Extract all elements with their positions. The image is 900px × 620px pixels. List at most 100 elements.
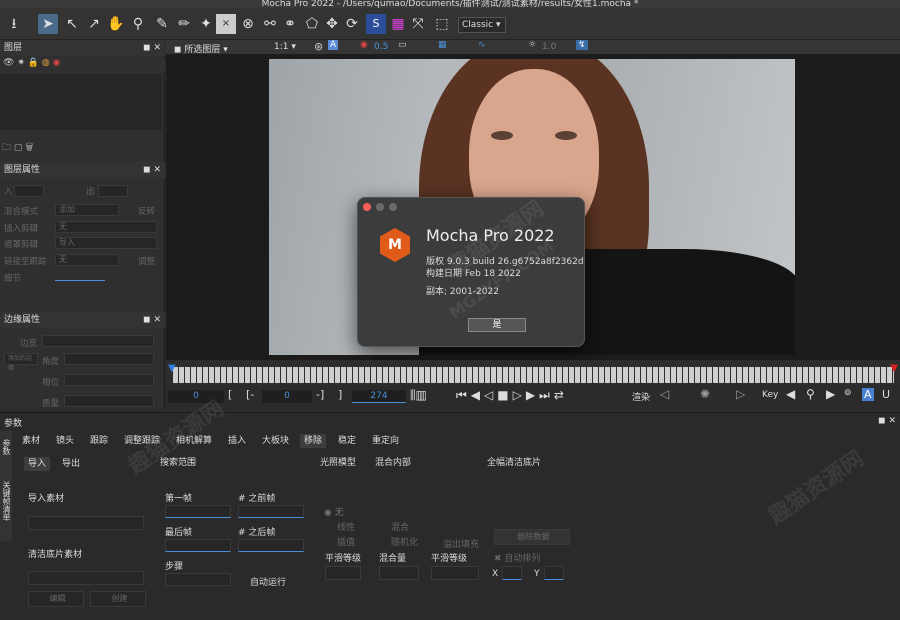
clean-plate-select[interactable] — [28, 571, 144, 585]
light-linear-label[interactable]: 线性 — [337, 520, 355, 533]
tab-reorient[interactable]: 重定向 — [368, 434, 403, 448]
insert-clip-select[interactable]: 无 — [55, 221, 157, 233]
x-field[interactable] — [502, 566, 522, 580]
tab-lens[interactable]: 镜头 — [52, 434, 78, 448]
gear-icon[interactable]: ✷ — [17, 58, 25, 68]
overflow-fill-label[interactable]: 溢出填充 — [443, 537, 479, 550]
auto-key-icon[interactable]: A — [862, 388, 874, 401]
side-tab-params[interactable]: 参数 — [1, 439, 12, 455]
panel-close-icon[interactable]: ◼ ✕ — [143, 312, 161, 328]
current-frame-field[interactable]: 0 — [262, 390, 312, 403]
keyframe-bar-icon[interactable]: ⫼▥ — [410, 388, 427, 403]
blend-random-label[interactable]: 随机化 — [391, 535, 418, 548]
dashed-rect-icon[interactable]: ⬚ — [432, 14, 452, 34]
panel-close-icon[interactable]: ◼ ✕ — [143, 40, 161, 56]
add-edge-button[interactable]: 添加的边缘 — [4, 353, 38, 372]
mass-field[interactable] — [64, 395, 154, 407]
light-none-radio[interactable]: ◉ 无 — [324, 505, 344, 518]
lock-icon[interactable]: 🔒 — [28, 58, 39, 68]
y-field[interactable] — [544, 566, 564, 580]
grid-view-icon[interactable]: ▦ — [438, 40, 447, 50]
rgb-icon[interactable]: ⊛ — [314, 40, 323, 53]
set-out-icon[interactable]: ] — [338, 388, 342, 401]
zoom-icon[interactable]: ⚲ — [128, 14, 148, 34]
rotate-icon[interactable]: ⟳ — [342, 14, 362, 34]
duplicate-icon[interactable]: ▢ — [14, 143, 23, 153]
create-button[interactable]: 创建 — [90, 591, 146, 607]
step-field[interactable] — [165, 573, 231, 586]
all-keys-icon[interactable]: ⊚ — [844, 388, 852, 398]
matte-clip-select[interactable]: 导入 — [55, 237, 157, 249]
phase-field[interactable] — [64, 374, 154, 386]
next-key-icon[interactable]: ▶ — [826, 387, 835, 401]
render-gear-icon[interactable]: ✺ — [700, 387, 710, 401]
close-dot-icon[interactable] — [363, 203, 371, 211]
hand-icon[interactable]: ✋ — [106, 14, 126, 34]
monitor-icon[interactable]: ▭ — [398, 40, 407, 50]
curve-icon[interactable]: ∿ — [478, 40, 486, 50]
playback-controls[interactable]: ⏮◀◁■▷▶⏭⇄ — [456, 388, 568, 403]
tab-track[interactable]: 跟踪 — [86, 434, 112, 448]
spline-bezier-icon[interactable]: ✏ — [174, 14, 194, 34]
spline-x-icon[interactable]: ✎ — [152, 14, 172, 34]
brush-icon[interactable]: ✦ — [196, 14, 216, 34]
side-tab-keyframes[interactable]: 关键帧清单 — [1, 481, 12, 521]
subtab-import[interactable]: 导入 — [24, 457, 51, 471]
circle-spline-icon[interactable]: ⊗ — [238, 14, 258, 34]
detail-slider[interactable] — [55, 280, 105, 281]
blend-mode-select[interactable]: 添加 — [55, 204, 119, 216]
edit-button[interactable]: 编辑 — [28, 591, 84, 607]
prev-frame-field[interactable] — [238, 505, 304, 518]
move-icon[interactable]: ✥ — [322, 14, 342, 34]
add-layer-icon[interactable]: 🗀 — [2, 143, 11, 153]
last-frame-field[interactable] — [165, 539, 231, 552]
opacity-value[interactable]: 0.5 — [374, 42, 388, 52]
maximize-dot-icon[interactable] — [389, 203, 397, 211]
palette-icon[interactable]: ◉ — [53, 58, 61, 68]
shear-icon[interactable]: ⬠ — [302, 14, 322, 34]
panel-close-icon[interactable]: ◼ ✕ — [143, 162, 161, 178]
minimize-dot-icon[interactable] — [376, 203, 384, 211]
params-close-icon[interactable]: ◼ ✕ — [878, 416, 896, 426]
light-interp-label[interactable]: 插值 — [337, 535, 355, 548]
alpha-icon[interactable]: A — [328, 40, 339, 50]
rect-spline-icon[interactable]: × — [216, 14, 236, 34]
chain-icon[interactable]: ⚭ — [280, 14, 300, 34]
prev-key-icon[interactable]: ◀ — [786, 387, 795, 401]
set-in-icon[interactable]: [ — [228, 388, 232, 401]
tab-clip[interactable]: 素材 — [18, 434, 44, 448]
tab-stabilize[interactable]: 稳定 — [334, 434, 360, 448]
in-marker-icon[interactable]: ▼ — [168, 363, 176, 374]
color-icon[interactable]: ◍ — [42, 58, 50, 68]
go-in-icon[interactable]: [- — [246, 388, 254, 401]
blend-amount-field[interactable] — [379, 566, 419, 580]
value2-field[interactable]: 1.0 — [542, 42, 556, 52]
tab-megaplate[interactable]: 大板块 — [258, 434, 293, 448]
subtab-export[interactable]: 导出 — [58, 457, 84, 471]
grid-icon[interactable]: ▦ — [388, 14, 408, 34]
smooth-level-field[interactable] — [325, 566, 361, 580]
magnet-icon[interactable]: U — [882, 388, 890, 401]
brightness-icon[interactable]: ☼ — [528, 40, 536, 50]
out-marker-icon[interactable]: ▼ — [890, 363, 898, 374]
surface-icon[interactable]: S — [366, 14, 386, 34]
auto-align-checkbox[interactable]: ✖ 自动排列 — [494, 551, 540, 564]
add-key-icon[interactable]: ⚲ — [806, 387, 815, 401]
timeline-ruler[interactable]: ▼ ▼ — [168, 363, 898, 383]
sync-icon[interactable]: ↯ — [576, 40, 588, 50]
dialog-ok-button[interactable]: 是 — [468, 318, 526, 332]
select-arrow-icon[interactable]: ➤ — [38, 14, 58, 34]
blend-mix-label[interactable]: 混合 — [391, 520, 409, 533]
next-frame-field[interactable] — [238, 539, 304, 552]
out-field[interactable] — [98, 185, 128, 197]
angle-field[interactable] — [64, 353, 154, 365]
select-point-icon[interactable]: ↖ — [62, 14, 82, 34]
clear-data-button[interactable]: 删除数据 — [494, 529, 570, 545]
link-icon[interactable]: ⚯ — [260, 14, 280, 34]
tab-insert[interactable]: 插入 — [224, 434, 250, 448]
import-clip-select[interactable] — [28, 516, 144, 530]
first-frame-field[interactable] — [165, 505, 231, 518]
trash-icon[interactable]: 🗑 — [25, 143, 33, 153]
tab-remove[interactable]: 移除 — [300, 434, 327, 448]
fit-icon[interactable]: ⤧ — [408, 14, 428, 34]
